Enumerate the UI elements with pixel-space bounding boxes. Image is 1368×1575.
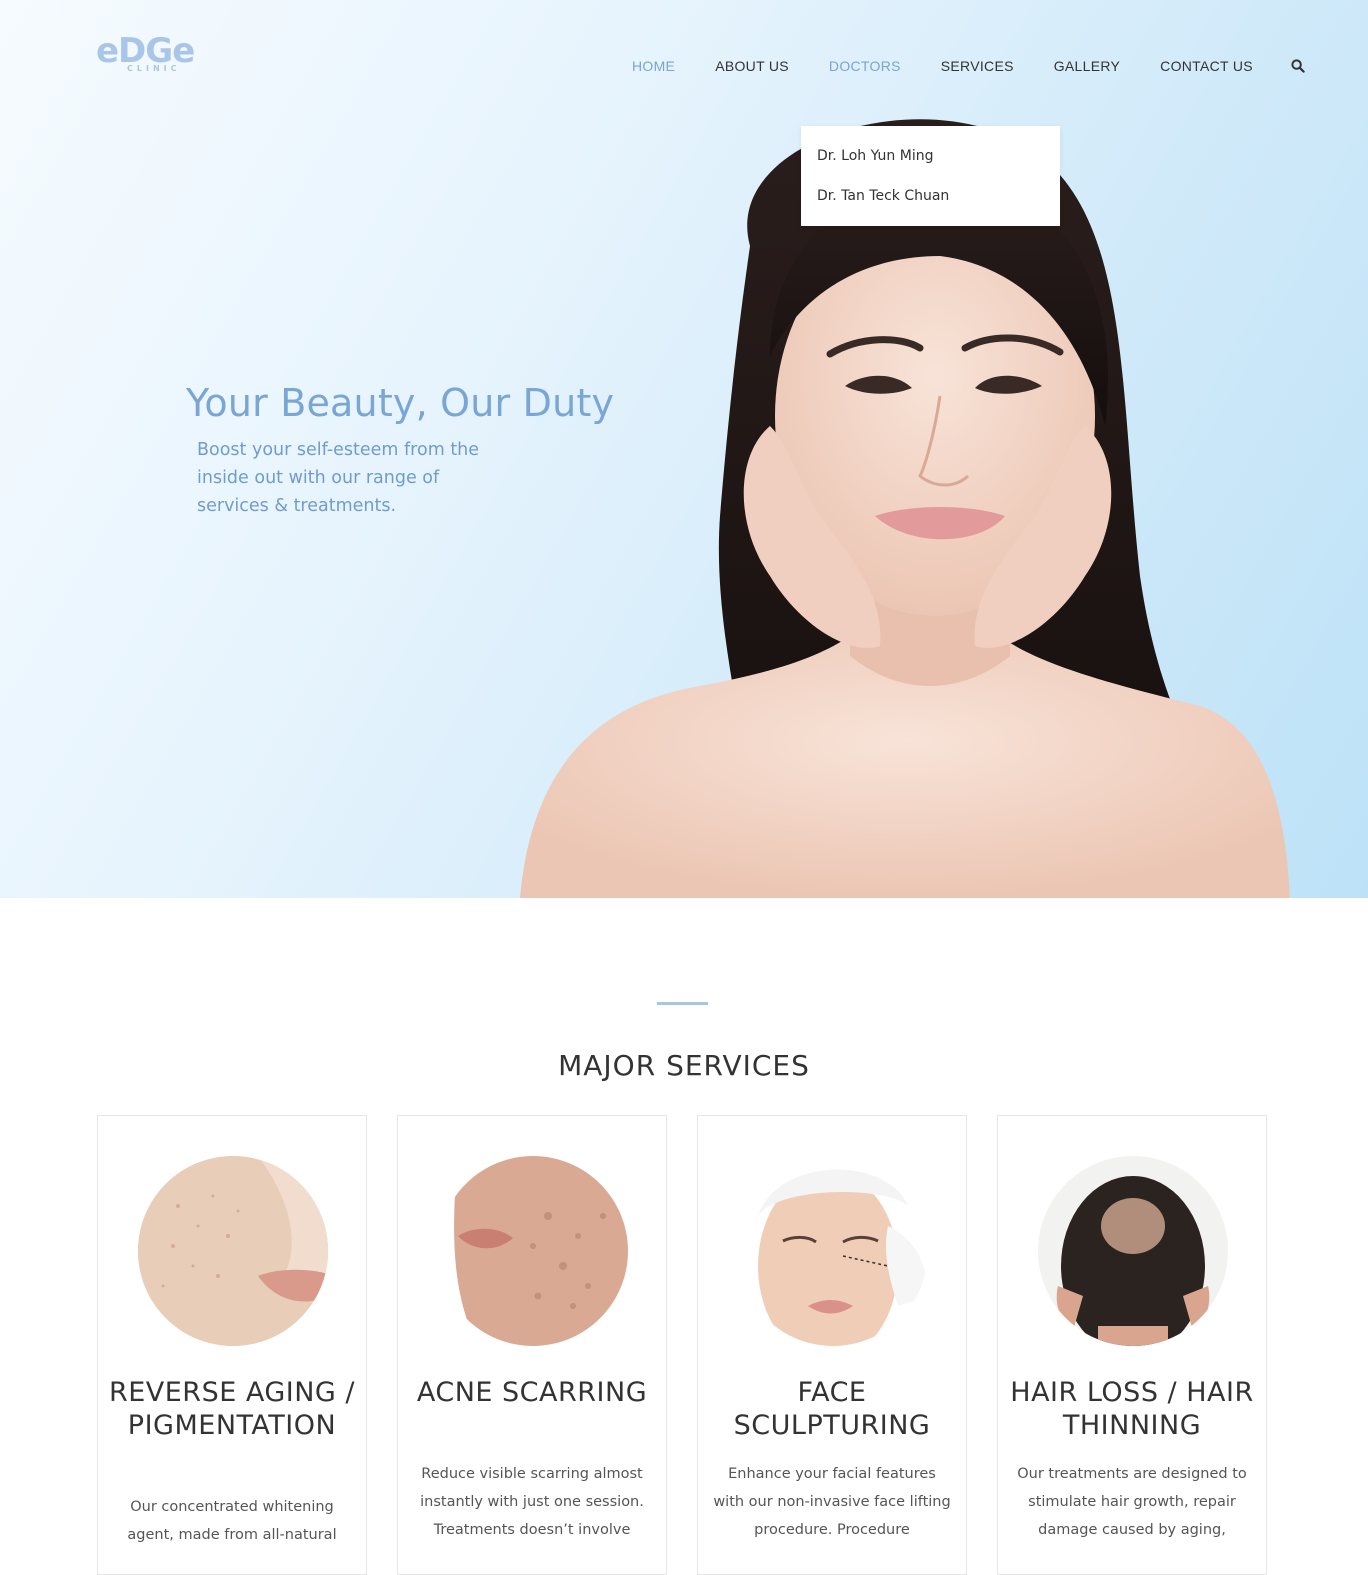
service-title: HAIR LOSS / HAIR THINNING — [1010, 1377, 1254, 1441]
nav-gallery[interactable]: GALLERY — [1054, 58, 1120, 74]
site-logo[interactable]: eDGe CLINIC — [96, 34, 208, 78]
service-description: Our treatments are designed to stimulate… — [1017, 1466, 1247, 1538]
logo-wordmark: eDGe — [96, 31, 195, 71]
service-card-acne-scarring[interactable]: ACNE SCARRING Reduce visible scarring al… — [397, 1115, 667, 1575]
service-card-hair-loss[interactable]: HAIR LOSS / HAIR THINNING Our treatments… — [997, 1115, 1267, 1575]
nav-about-us[interactable]: ABOUT US — [715, 58, 789, 74]
service-description: Reduce visible scarring almost instantly… — [420, 1466, 644, 1538]
nav-services[interactable]: SERVICES — [941, 58, 1014, 74]
service-image-reverse-aging — [138, 1156, 328, 1346]
hero-banner: eDGe CLINIC HOME ABOUT US DOCTORS SERVIC… — [0, 0, 1368, 898]
hero-subtitle: Boost your self-esteem from the inside o… — [197, 439, 480, 516]
search-icon[interactable] — [1291, 59, 1305, 73]
dropdown-item-dr-tan-teck-chuan[interactable]: Dr. Tan Teck Chuan — [817, 188, 949, 204]
dropdown-item-dr-loh-yun-ming[interactable]: Dr. Loh Yun Ming — [817, 148, 933, 164]
section-divider — [657, 1002, 708, 1005]
service-card-reverse-aging[interactable]: REVERSE AGING / PIGMENTATION Our concent… — [97, 1115, 367, 1575]
service-description: Enhance your facial features with our no… — [713, 1466, 951, 1538]
doctors-dropdown-menu: Dr. Loh Yun Ming Dr. Tan Teck Chuan — [801, 126, 1060, 226]
service-image-hair-loss — [1038, 1156, 1228, 1346]
service-image-face-sculpturing — [738, 1156, 928, 1346]
nav-contact-us[interactable]: CONTACT US — [1160, 58, 1253, 74]
nav-doctors[interactable]: DOCTORS — [829, 58, 901, 74]
nav-home[interactable]: HOME — [632, 58, 675, 74]
hero-title: Your Beauty, Our Duty — [186, 381, 615, 426]
service-title: REVERSE AGING / PIGMENTATION — [108, 1377, 356, 1441]
logo-subtitle: CLINIC — [127, 64, 181, 73]
service-title: ACNE SCARRING — [416, 1377, 648, 1408]
service-image-acne-scarring — [438, 1156, 628, 1346]
main-nav: HOME ABOUT US DOCTORS SERVICES GALLERY C… — [612, 58, 1305, 74]
service-card-face-sculpturing[interactable]: FACE SCULPTURING Enhance your facial fea… — [697, 1115, 967, 1575]
service-title: FACE SCULPTURING — [733, 1377, 931, 1441]
service-description: Our concentrated whitening agent, made f… — [127, 1499, 337, 1543]
services-heading: MAJOR SERVICES — [558, 1049, 810, 1083]
